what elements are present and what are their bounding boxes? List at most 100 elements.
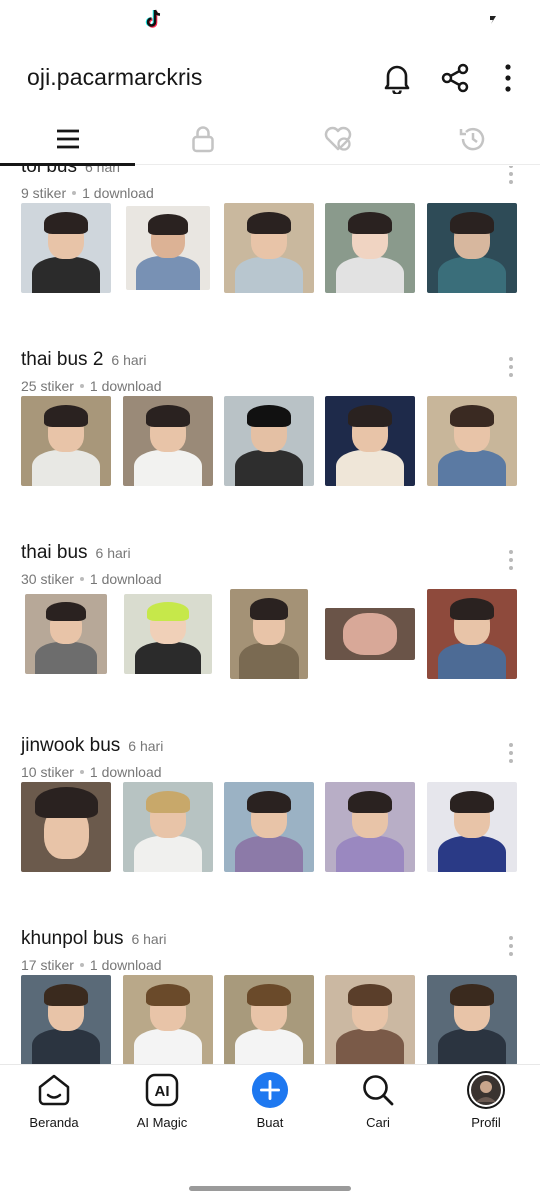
sticker-count: 25 stiker (21, 378, 74, 394)
nav-buat[interactable]: Buat (216, 1071, 324, 1141)
nav-beranda[interactable]: Beranda (0, 1071, 108, 1141)
sticker-thumbnail[interactable] (123, 589, 213, 679)
nav-cari[interactable]: Cari (324, 1071, 432, 1141)
sticker-count: 10 stiker (21, 764, 74, 780)
sticker-thumbnail[interactable] (21, 589, 111, 679)
sticker-count: 9 stiker (21, 185, 67, 201)
tab-my-packs[interactable] (0, 112, 135, 166)
sticker-thumbnail[interactable] (21, 203, 111, 293)
sticker-thumbnails (21, 203, 521, 293)
nav-label: AI Magic (136, 1115, 188, 1130)
sticker-thumbnails (21, 782, 521, 872)
profile-tabs (0, 112, 540, 166)
nav-ai-magic[interactable]: AI AI Magic (108, 1071, 216, 1141)
lock-icon (191, 125, 214, 152)
pack-more-icon[interactable] (496, 738, 526, 768)
sticker-thumbnails (21, 396, 521, 486)
sticker-thumbnail[interactable] (224, 589, 314, 679)
home-indicator[interactable] (189, 1186, 351, 1191)
nav-profil[interactable]: Profil (432, 1071, 540, 1141)
pack-name: toi bus (21, 166, 77, 177)
share-icon[interactable] (435, 58, 475, 98)
sticker-thumbnail[interactable] (427, 589, 517, 679)
nav-label: Beranda (29, 1115, 79, 1130)
nav-label: Cari (366, 1115, 390, 1130)
svg-text:AI: AI (155, 1083, 170, 1100)
more-vertical-icon[interactable] (488, 58, 528, 98)
sticker-thumbnail[interactable] (224, 975, 314, 1064)
sticker-thumbnail[interactable] (325, 782, 415, 872)
notification-bell-icon[interactable] (377, 58, 417, 98)
sticker-thumbnail[interactable] (325, 589, 415, 679)
pack-age: 6 hari (95, 545, 131, 561)
sticker-thumbnail[interactable] (224, 203, 314, 293)
sticker-thumbnail[interactable] (224, 396, 314, 486)
sticker-thumbnail[interactable] (427, 782, 517, 872)
avatar (467, 1071, 505, 1109)
signal-icon (490, 16, 496, 24)
profile-username: oji.pacarmarckris (27, 64, 203, 90)
sticker-pack[interactable]: khunpol bus 6 hari 17 stiker 1 download (0, 928, 540, 1064)
pack-age: 6 hari (111, 352, 147, 368)
sticker-thumbnail[interactable] (123, 396, 213, 486)
sticker-thumbnail[interactable] (224, 782, 314, 872)
sticker-pack[interactable]: toi bus 6 hari 9 stiker 1 download (0, 166, 540, 349)
sticker-pack[interactable]: thai bus 2 6 hari 25 stiker 1 download (0, 349, 540, 542)
sticker-thumbnail[interactable] (427, 975, 517, 1064)
pack-name: thai bus 2 (21, 349, 104, 370)
search-icon (359, 1071, 397, 1109)
sticker-thumbnails (21, 975, 521, 1064)
sticker-thumbnail[interactable] (123, 203, 213, 293)
separator-dot (72, 191, 77, 196)
pack-more-icon[interactable] (496, 166, 526, 189)
pack-age: 6 hari (128, 738, 164, 754)
pack-more-icon[interactable] (496, 931, 526, 961)
nav-label: Profil (471, 1115, 501, 1130)
sticker-thumbnail[interactable] (21, 396, 111, 486)
sticker-pack[interactable]: jinwook bus 6 hari 10 stiker 1 download (0, 735, 540, 928)
sticker-pack-list[interactable]: toi bus 6 hari 9 stiker 1 download thai bu… (0, 166, 540, 1064)
pack-name: jinwook bus (21, 735, 121, 756)
pack-age: 6 hari (131, 931, 167, 947)
download-count: 1 download (89, 378, 162, 394)
sticker-count: 17 stiker (21, 957, 74, 973)
bottom-navigation: Beranda AI AI Magic Buat Cari Profil (0, 1064, 540, 1144)
sticker-thumbnail[interactable] (123, 782, 213, 872)
pack-more-icon[interactable] (496, 352, 526, 382)
sticker-thumbnails (21, 589, 521, 679)
history-icon (459, 127, 484, 150)
sticker-pack[interactable]: thai bus 6 hari 30 stiker 1 download (0, 542, 540, 735)
sticker-thumbnail[interactable] (325, 203, 415, 293)
pack-name: khunpol bus (21, 928, 124, 949)
list-menu-icon (56, 129, 79, 148)
home-icon (35, 1071, 73, 1109)
ai-magic-icon: AI (143, 1071, 181, 1109)
sticker-thumbnail[interactable] (325, 975, 415, 1064)
download-count: 1 download (89, 764, 162, 780)
profile-header: oji.pacarmarckris (0, 44, 540, 112)
sticker-count: 30 stiker (21, 571, 74, 587)
sticker-thumbnail[interactable] (21, 975, 111, 1064)
sticker-thumbnail[interactable] (325, 396, 415, 486)
tab-private[interactable] (135, 112, 270, 165)
tiktok-icon (145, 9, 161, 28)
download-count: 1 download (89, 957, 162, 973)
separator-dot (79, 384, 84, 389)
tab-liked[interactable] (270, 112, 405, 165)
sticker-thumbnail[interactable] (21, 782, 111, 872)
plus-create-icon (251, 1071, 289, 1109)
separator-dot (79, 963, 84, 968)
sticker-thumbnail[interactable] (123, 975, 213, 1064)
download-count: 1 download (89, 571, 162, 587)
separator-dot (79, 577, 84, 582)
download-count: 1 download (82, 185, 154, 201)
sticker-thumbnail[interactable] (427, 203, 517, 293)
pack-more-icon[interactable] (496, 545, 526, 575)
pack-age: 6 hari (84, 166, 121, 175)
separator-dot (79, 770, 84, 775)
sticker-thumbnail[interactable] (427, 396, 517, 486)
status-bar (0, 0, 540, 44)
tab-history[interactable] (405, 112, 540, 165)
nav-label: Buat (256, 1115, 284, 1130)
heart-off-icon (324, 126, 351, 151)
